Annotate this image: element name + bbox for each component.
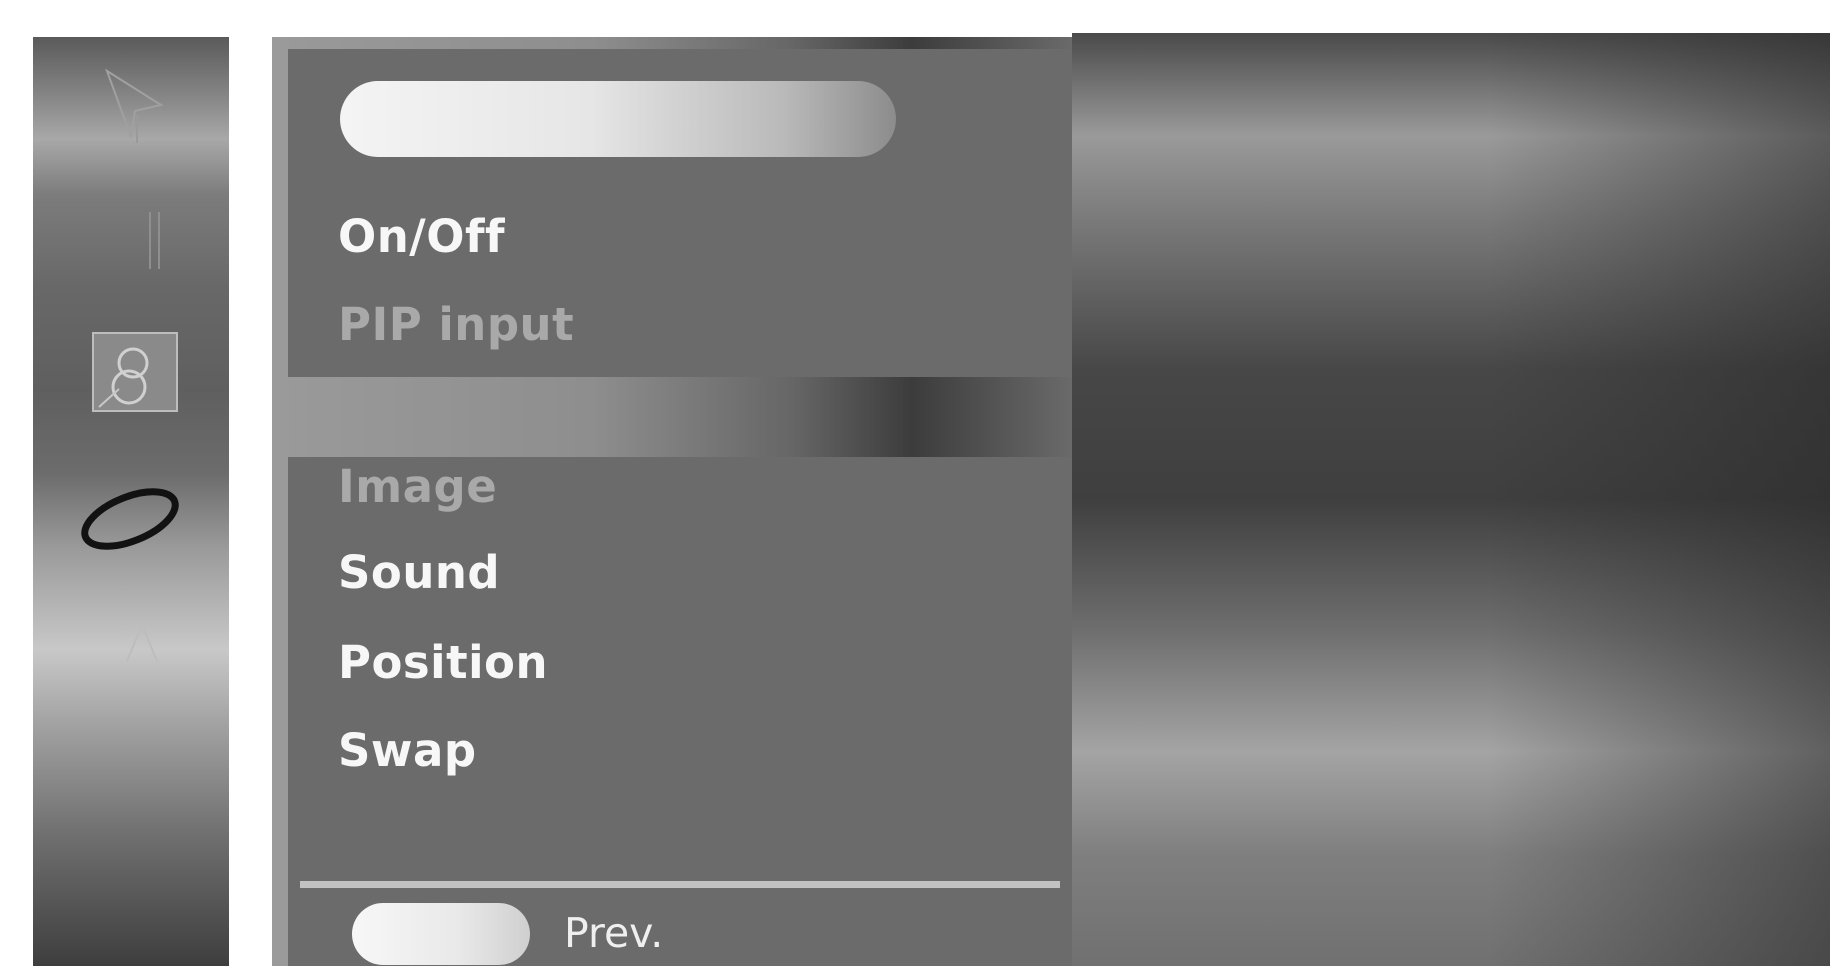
setup-icon[interactable]: [89, 329, 181, 415]
menu-item-swap[interactable]: Swap: [338, 723, 477, 779]
footer-divider: [300, 881, 1060, 888]
menu-item-sound[interactable]: Sound: [338, 545, 500, 601]
pip-menu-bottom-panel: Image Sound Position Swap Prev.: [288, 457, 1074, 966]
menu-item-image[interactable]: Image: [338, 459, 497, 515]
sound-icon[interactable]: [145, 207, 165, 277]
menu-title-bar: [340, 81, 896, 157]
tv-osd-screen: On/Off PIP input Image Sound Position Sw…: [0, 0, 1830, 966]
menu-icon-strip: [33, 37, 229, 966]
video-background: [1072, 33, 1830, 966]
prev-button[interactable]: [352, 903, 530, 965]
menu-item-on-off[interactable]: On/Off: [338, 209, 505, 265]
picture-icon[interactable]: [101, 65, 171, 145]
disc-icon[interactable]: [77, 479, 183, 559]
pip-menu-top-panel: On/Off PIP input: [288, 49, 1074, 377]
menu-item-position[interactable]: Position: [338, 635, 548, 691]
lock-icon[interactable]: [117, 617, 167, 667]
prev-label: Prev.: [564, 909, 664, 957]
menu-item-pip-input[interactable]: PIP input: [338, 297, 574, 353]
pip-menu: On/Off PIP input Image Sound Position Sw…: [272, 37, 1074, 966]
